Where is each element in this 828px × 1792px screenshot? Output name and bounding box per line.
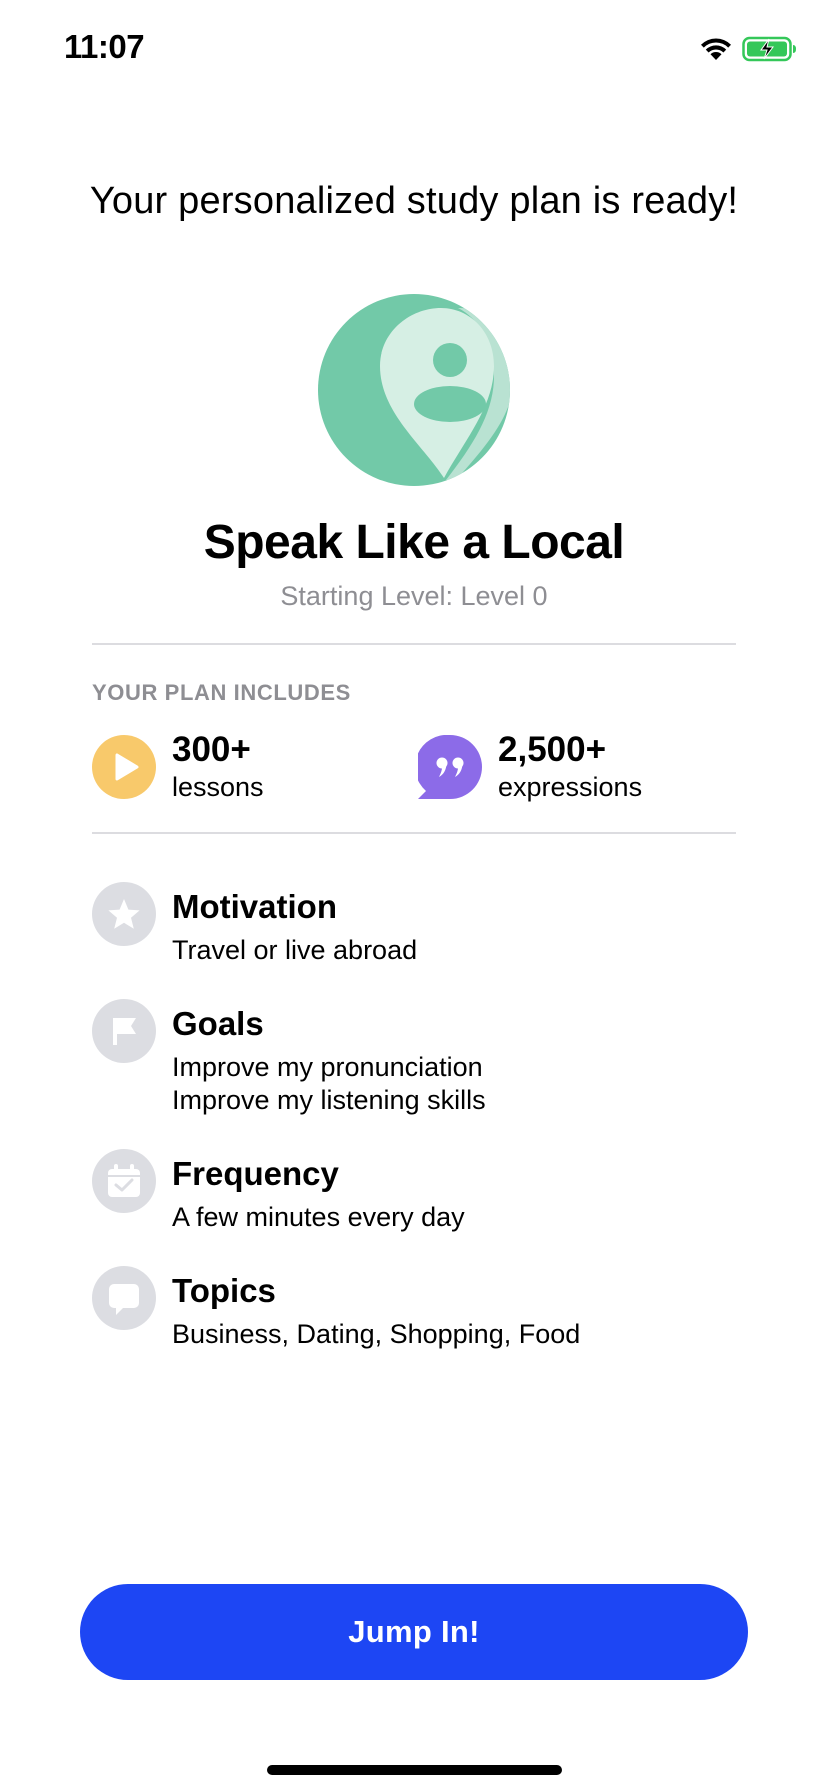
detail-value: Business, Dating, Shopping, Food — [172, 1318, 580, 1351]
play-icon — [92, 735, 156, 799]
divider — [92, 832, 736, 834]
home-indicator[interactable] — [267, 1765, 562, 1775]
detail-value: Travel or live abroad — [172, 934, 417, 967]
detail-title: Topics — [172, 1272, 276, 1309]
detail-line: Improve my pronunciation — [172, 1052, 483, 1082]
star-icon — [92, 882, 156, 946]
detail-line: A few minutes every day — [172, 1202, 465, 1232]
status-time: 11:07 — [64, 28, 145, 65]
detail-line: Improve my listening skills — [172, 1085, 486, 1115]
plan-title: Speak Like a Local — [203, 516, 625, 569]
section-label: YOUR PLAN INCLUDES — [92, 680, 351, 705]
quote-bubble-icon — [418, 735, 482, 799]
detail-line: Travel or live abroad — [172, 935, 418, 965]
detail-title: Motivation — [172, 888, 337, 925]
divider — [92, 643, 736, 645]
detail-title: Frequency — [172, 1155, 339, 1192]
headline: Your personalized study plan is ready! — [89, 180, 739, 222]
detail-value: Improve my pronunciation Improve my list… — [172, 1051, 486, 1117]
detail-value: A few minutes every day — [172, 1201, 465, 1234]
chat-bubble-icon — [92, 1266, 156, 1330]
calendar-check-icon — [92, 1149, 156, 1213]
status-bar: 11:07 — [0, 0, 828, 100]
jump-in-button[interactable]: Jump In! — [80, 1584, 748, 1680]
starting-level: Starting Level: Level 0 — [280, 581, 548, 611]
detail-title: Goals — [172, 1005, 264, 1042]
stat-label: expressions — [498, 772, 643, 802]
stat-number: 300+ — [172, 730, 251, 769]
wifi-icon — [701, 38, 731, 60]
location-person-icon — [318, 294, 510, 486]
flag-icon — [92, 999, 156, 1063]
stat-label: lessons — [172, 772, 264, 802]
stat-number: 2,500+ — [498, 730, 607, 769]
detail-line: Business, Dating, Shopping, Food — [172, 1319, 581, 1349]
battery-charging-icon — [742, 36, 796, 62]
